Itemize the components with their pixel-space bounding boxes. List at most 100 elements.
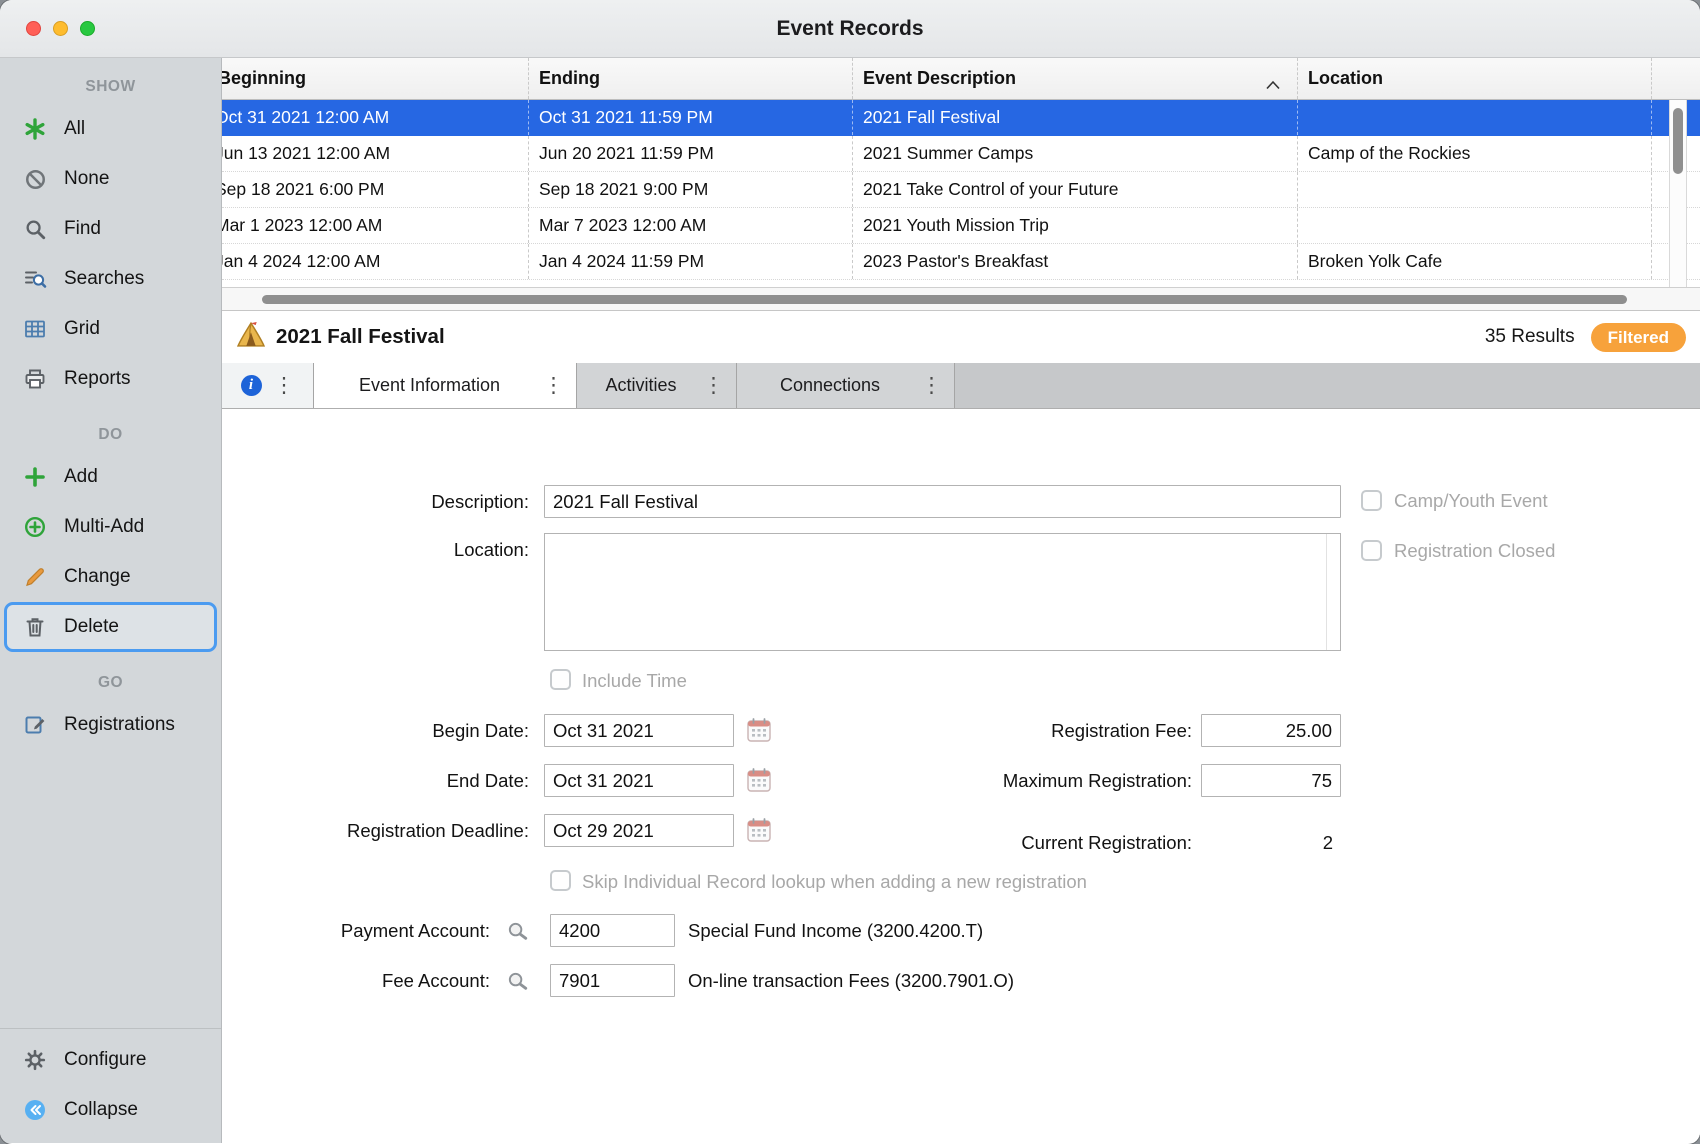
maximum-registration-field[interactable] <box>1201 764 1341 797</box>
collapse-chevrons-icon <box>20 1096 50 1124</box>
printer-icon <box>20 365 50 393</box>
sidebar-item-label: All <box>64 118 85 140</box>
filtered-badge[interactable]: Filtered <box>1591 323 1686 352</box>
sidebar-item-none[interactable]: None <box>0 154 221 204</box>
sidebar-item-label: Grid <box>64 318 100 340</box>
table-row[interactable]: Jan 4 2024 12:00 AM Jan 4 2024 11:59 PM … <box>222 244 1700 280</box>
asterisk-icon <box>20 115 50 143</box>
column-header-event-description[interactable]: Event Description <box>852 58 1297 99</box>
search-icon <box>20 215 50 243</box>
include-time-label: Include Time <box>582 670 687 691</box>
calendar-icon[interactable] <box>746 767 772 798</box>
description-field[interactable] <box>544 485 1341 518</box>
sidebar-item-label: Add <box>64 466 98 488</box>
skip-lookup-label: Skip Individual Record lookup when addin… <box>582 871 1087 892</box>
minimize-window-button[interactable] <box>53 21 68 36</box>
record-info-segment <box>222 363 314 408</box>
tab-menu-kebab-icon[interactable] <box>543 375 564 396</box>
registration-fee-field[interactable] <box>1201 714 1341 747</box>
sidebar: SHOW All None Find Searches Grid <box>0 58 222 1143</box>
trash-icon <box>20 613 50 641</box>
tab-activities[interactable]: Activities <box>577 363 737 408</box>
results-count: 35 Results <box>1485 326 1575 348</box>
registration-deadline-field[interactable] <box>544 814 734 847</box>
tab-event-information[interactable]: Event Information <box>314 363 577 408</box>
horizontal-scrollbar[interactable] <box>222 287 1700 310</box>
column-header-ending[interactable]: Ending <box>528 58 852 99</box>
sidebar-section-go: GO <box>0 666 221 700</box>
sidebar-item-label: Registrations <box>64 714 175 736</box>
payment-account-label: Payment Account: <box>252 914 490 947</box>
info-menu-kebab-icon[interactable] <box>274 375 295 396</box>
sidebar-item-label: Reports <box>64 368 131 390</box>
fee-account-label: Fee Account: <box>252 964 490 997</box>
vertical-scrollbar[interactable] <box>1669 100 1687 287</box>
payment-account-description: Special Fund Income (3200.4200.T) <box>688 914 983 947</box>
location-label: Location: <box>272 533 529 566</box>
skip-lookup-checkbox[interactable] <box>550 870 571 891</box>
sidebar-item-change[interactable]: Change <box>0 552 221 602</box>
sidebar-section-show: SHOW <box>0 70 221 104</box>
sidebar-item-grid[interactable]: Grid <box>0 304 221 354</box>
tab-menu-kebab-icon[interactable] <box>703 375 724 396</box>
sidebar-item-label: Configure <box>64 1049 146 1071</box>
account-lookup-icon[interactable] <box>506 970 529 998</box>
table-header-row: Beginning Ending Event Description Locat… <box>222 58 1700 100</box>
window-title: Event Records <box>0 0 1700 57</box>
sidebar-item-multi-add[interactable]: Multi-Add <box>0 502 221 552</box>
sidebar-item-reports[interactable]: Reports <box>0 354 221 404</box>
payment-account-field[interactable] <box>550 914 675 947</box>
sidebar-item-find[interactable]: Find <box>0 204 221 254</box>
sidebar-item-add[interactable]: Add <box>0 452 221 502</box>
circle-plus-icon <box>20 513 50 541</box>
sidebar-item-all[interactable]: All <box>0 104 221 154</box>
traffic-lights <box>26 21 95 36</box>
sidebar-item-collapse[interactable]: Collapse <box>0 1085 221 1135</box>
camp-youth-event-label: Camp/Youth Event <box>1394 490 1548 511</box>
record-title: 2021 Fall Festival <box>276 325 445 349</box>
zoom-window-button[interactable] <box>80 21 95 36</box>
location-field[interactable] <box>544 533 1341 651</box>
table-row[interactable]: Oct 31 2021 12:00 AM Oct 31 2021 11:59 P… <box>222 100 1700 136</box>
description-label: Description: <box>272 485 529 518</box>
sidebar-item-registrations[interactable]: Registrations <box>0 700 221 750</box>
sidebar-item-label: None <box>64 168 109 190</box>
tab-bar: Event Information Activities Connections <box>222 363 1700 409</box>
sidebar-divider <box>0 1028 221 1029</box>
sidebar-item-searches[interactable]: Searches <box>0 254 221 304</box>
end-date-label: End Date: <box>272 764 529 797</box>
close-window-button[interactable] <box>26 21 41 36</box>
calendar-icon[interactable] <box>746 817 772 848</box>
current-registration-value: 2 <box>1201 826 1333 859</box>
table-row[interactable]: Sep 18 2021 6:00 PM Sep 18 2021 9:00 PM … <box>222 172 1700 208</box>
maximum-registration-label: Maximum Registration: <box>822 764 1192 797</box>
sidebar-item-delete[interactable]: Delete <box>4 602 217 652</box>
column-header-beginning[interactable]: Beginning <box>222 58 528 99</box>
info-icon[interactable] <box>241 375 262 396</box>
fee-account-field[interactable] <box>550 964 675 997</box>
include-time-checkbox[interactable] <box>550 669 571 690</box>
account-lookup-icon[interactable] <box>506 920 529 948</box>
event-records-window: Event Records SHOW All None Find Searche… <box>0 0 1700 1144</box>
calendar-icon[interactable] <box>746 717 772 748</box>
end-date-field[interactable] <box>544 764 734 797</box>
begin-date-field[interactable] <box>544 714 734 747</box>
tab-connections[interactable]: Connections <box>737 363 955 408</box>
column-header-location[interactable]: Location <box>1297 58 1652 99</box>
title-bar: Event Records <box>0 0 1700 58</box>
vertical-scrollbar-thumb[interactable] <box>1673 108 1683 174</box>
record-header: 2021 Fall Festival 35 Results Filtered <box>222 311 1700 363</box>
registration-closed-checkbox[interactable] <box>1361 540 1382 561</box>
horizontal-scrollbar-thumb[interactable] <box>262 295 1627 304</box>
sidebar-item-label: Multi-Add <box>64 516 144 538</box>
sidebar-item-label: Searches <box>64 268 144 290</box>
table-row[interactable]: Jun 13 2021 12:00 AM Jun 20 2021 11:59 P… <box>222 136 1700 172</box>
registration-form-icon <box>20 711 50 739</box>
camp-youth-event-checkbox[interactable] <box>1361 490 1382 511</box>
events-table: Beginning Ending Event Description Locat… <box>222 58 1700 311</box>
sort-ascending-icon <box>1265 74 1281 95</box>
registration-deadline-label: Registration Deadline: <box>272 814 529 847</box>
sidebar-item-configure[interactable]: Configure <box>0 1035 221 1085</box>
tab-menu-kebab-icon[interactable] <box>921 375 942 396</box>
table-row[interactable]: Mar 1 2023 12:00 AM Mar 7 2023 12:00 AM … <box>222 208 1700 244</box>
